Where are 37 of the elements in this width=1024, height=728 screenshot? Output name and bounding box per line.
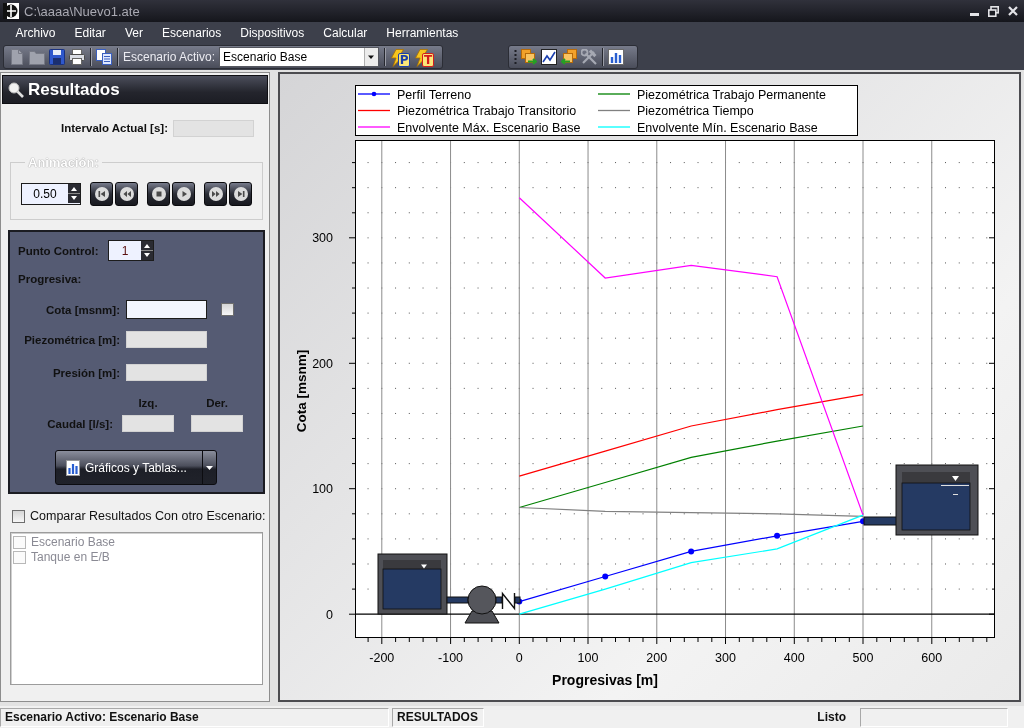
field-label: Piezométrica [m]:	[23, 333, 120, 346]
column-header: Izq.	[137, 397, 159, 409]
window-title: C:\aaaa\Nuevo1.ate	[24, 3, 140, 19]
tick-label: 0	[515, 651, 523, 665]
legend-label: Piezométrica Trabajo Permanente	[637, 87, 826, 102]
tick-label: 600	[921, 651, 943, 665]
status-text: Listo	[817, 710, 846, 724]
tick-label: -200	[369, 651, 395, 665]
checkbox-label: Comparar Resultados Con otro Escenario:	[30, 509, 266, 523]
column-header: Der.	[205, 397, 229, 409]
panel-title: Resultados	[28, 79, 120, 100]
field-label: Intervalo Actual [s]:	[61, 122, 168, 134]
toolbar-label: Escenario Activo:	[123, 50, 216, 64]
tick-label: 300	[715, 651, 736, 665]
field-label: Progresiva:	[18, 272, 82, 285]
status-panel: Escenario Activo: Escenario Base	[0, 707, 389, 727]
field-label: Presión [m]:	[51, 366, 120, 379]
tick-label: 100	[577, 651, 599, 665]
axis-title: Cota [msnm]	[294, 349, 309, 433]
tick-label: -100	[438, 651, 464, 665]
tick-label: 200	[312, 356, 333, 371]
legend-label: Envolvente Máx. Escenario Base	[397, 120, 581, 135]
legend-label: Envolvente Mín. Escenario Base	[637, 120, 818, 135]
axis-title: Progresivas [m]	[552, 672, 658, 688]
legend-label: Piezométrica Trabajo Transitorio	[397, 104, 577, 118]
tick-label: 0	[326, 607, 333, 622]
field-label: Caudal [l/s]:	[46, 417, 113, 430]
tick-label: 100	[312, 482, 333, 497]
tick-label: 200	[646, 651, 668, 665]
tick-label: 500	[852, 651, 874, 665]
tick-label: 400	[783, 651, 805, 665]
status-panel: RESULTADOS	[392, 707, 484, 727]
field-label: Cota [msnm]:	[44, 303, 120, 316]
legend-label: Piezométrica Tiempo	[637, 104, 754, 118]
field-label: Punto Control:	[18, 244, 100, 257]
legend-label: Perfil Terreno	[397, 87, 472, 102]
tick-label: 300	[312, 231, 333, 246]
